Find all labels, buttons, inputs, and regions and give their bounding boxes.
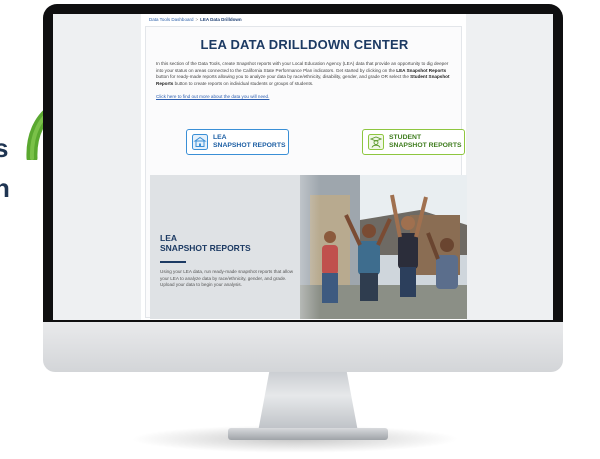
lea-snapshot-reports-button[interactable]: LEA SNAPSHOT REPORTS [186, 129, 289, 155]
student-icon [368, 134, 384, 150]
school-icon [192, 134, 208, 150]
hero-banner: LEA SNAPSHOT REPORTS Using your LEA data… [150, 175, 467, 319]
breadcrumb-current: LEA Data Drilldown [200, 17, 242, 22]
intro-paragraph: In this section of the Data Tools, creat… [156, 61, 450, 86]
hero-fade [280, 175, 320, 319]
breadcrumb-root-link[interactable]: Data Tools Dashboard [149, 17, 193, 22]
monitor-stand [257, 370, 359, 434]
breadcrumb: Data Tools Dashboard > LEA Data Drilldown [149, 17, 242, 22]
hero-divider [160, 261, 186, 263]
monitor-chin [43, 322, 563, 372]
student-button-label: STUDENT SNAPSHOT REPORTS [389, 134, 462, 149]
student-snapshot-reports-button[interactable]: STUDENT SNAPSHOT REPORTS [362, 129, 465, 155]
lea-button-label: LEA SNAPSHOT REPORTS [213, 134, 286, 149]
monitor-screen: Data Tools Dashboard > LEA Data Drilldown … [53, 14, 553, 320]
students-jumping-photo [300, 175, 467, 319]
monitor-stand-base [228, 428, 388, 440]
content-panel: LEA DATA DRILLDOWN CENTER In this sectio… [145, 26, 467, 319]
page-title: LEA DATA DRILLDOWN CENTER [200, 37, 409, 52]
data-info-link[interactable]: Click here to find out more about the da… [156, 94, 269, 99]
web-page: Data Tools Dashboard > LEA Data Drilldown … [141, 14, 467, 320]
hero-description: Using your LEA data, run ready-made snap… [160, 269, 294, 287]
hero-title: LEA SNAPSHOT REPORTS [160, 233, 251, 253]
breadcrumb-separator: > [195, 17, 199, 22]
